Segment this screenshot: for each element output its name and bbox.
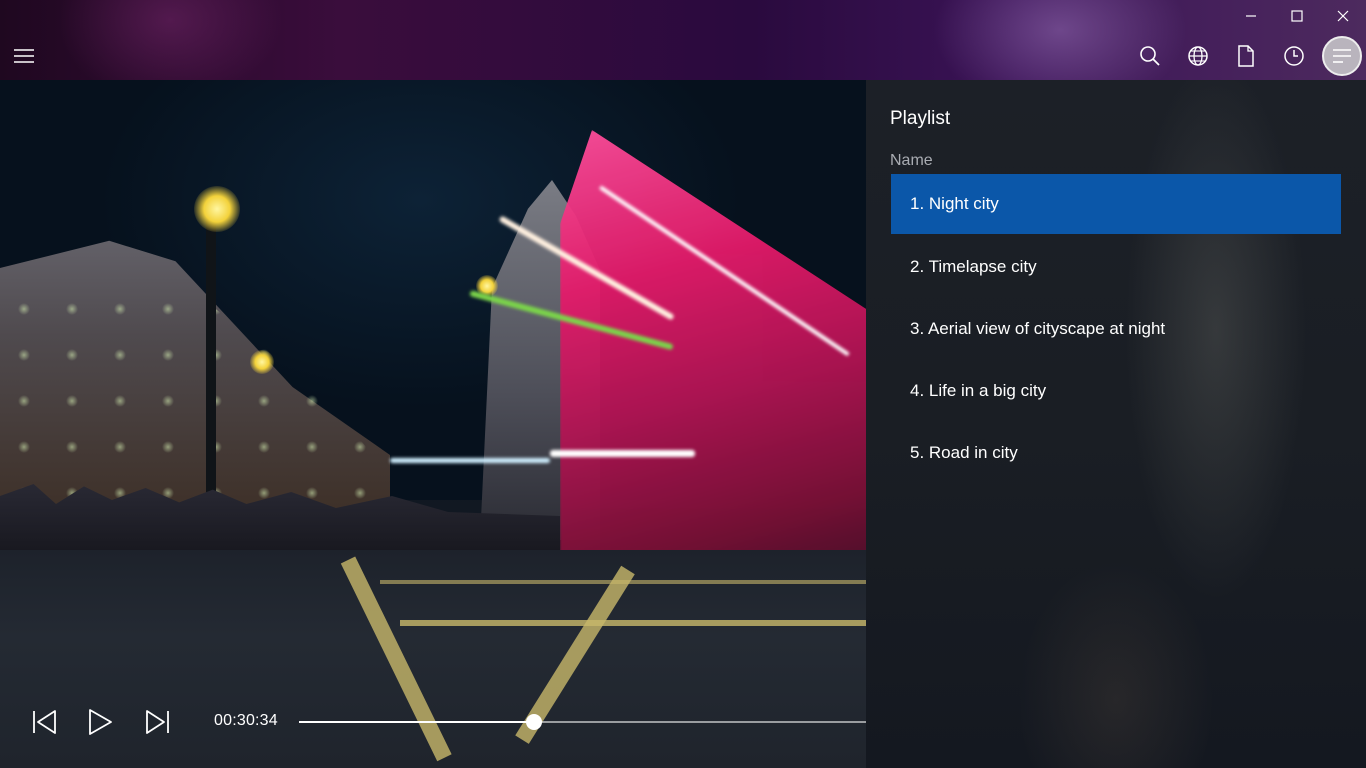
playlist-item[interactable]: 3. Aerial view of cityscape at night	[891, 298, 1341, 360]
next-button[interactable]	[138, 700, 178, 744]
playlist-button-ring	[1322, 36, 1362, 76]
menu-button[interactable]	[12, 45, 36, 67]
play-icon	[89, 709, 112, 735]
minimize-button[interactable]	[1228, 0, 1274, 32]
search-button[interactable]	[1126, 36, 1174, 76]
title-bar	[0, 0, 1366, 80]
playlist-title: Playlist	[890, 108, 951, 129]
seek-bar-fill	[299, 721, 535, 723]
playlist-items: 1. Night city 2. Timelapse city 3. Aeria…	[891, 174, 1341, 484]
clock-icon	[1284, 46, 1304, 66]
close-icon	[1337, 10, 1349, 22]
globe-icon	[1188, 46, 1208, 66]
playlist-item[interactable]: 2. Timelapse city	[891, 236, 1341, 298]
skip-next-icon	[146, 710, 169, 734]
current-time: 00:30:34	[214, 712, 278, 729]
video-street-lamp	[194, 186, 240, 232]
playlist-item[interactable]: 5. Road in city	[891, 422, 1341, 484]
search-icon	[1140, 46, 1160, 66]
column-header-name[interactable]: Name	[890, 152, 933, 170]
previous-button[interactable]	[24, 700, 64, 744]
web-button[interactable]	[1174, 36, 1222, 76]
video-light-streak	[390, 458, 550, 463]
skip-previous-icon	[33, 710, 56, 734]
playlist-item[interactable]: 4. Life in a big city	[891, 360, 1341, 422]
toolbar	[1126, 36, 1366, 76]
close-button[interactable]	[1320, 0, 1366, 32]
file-icon	[1238, 45, 1254, 67]
seek-thumb[interactable]	[526, 714, 543, 730]
recent-button[interactable]	[1270, 36, 1318, 76]
minimize-icon	[1246, 15, 1256, 17]
video-lane-marking	[400, 620, 866, 626]
video-lane-marking	[380, 580, 866, 584]
open-file-button[interactable]	[1222, 36, 1270, 76]
playlist-item[interactable]: 1. Night city	[891, 174, 1341, 234]
playlist-panel: Playlist Name 1. Night city 2. Timelapse…	[866, 80, 1366, 768]
video-frame[interactable]: 00:30:34	[0, 80, 866, 768]
window-controls	[1228, 0, 1366, 32]
playlist-button[interactable]	[1318, 36, 1366, 76]
player-controls: 00:30:34	[0, 700, 866, 744]
hamburger-icon	[14, 49, 34, 63]
maximize-button[interactable]	[1274, 0, 1320, 32]
playlist-icon	[1333, 49, 1351, 63]
maximize-icon	[1291, 10, 1303, 22]
video-light-streak	[550, 450, 695, 457]
play-button[interactable]	[80, 700, 120, 744]
video-street-lamp-small	[250, 350, 274, 374]
seek-bar[interactable]	[299, 714, 866, 730]
